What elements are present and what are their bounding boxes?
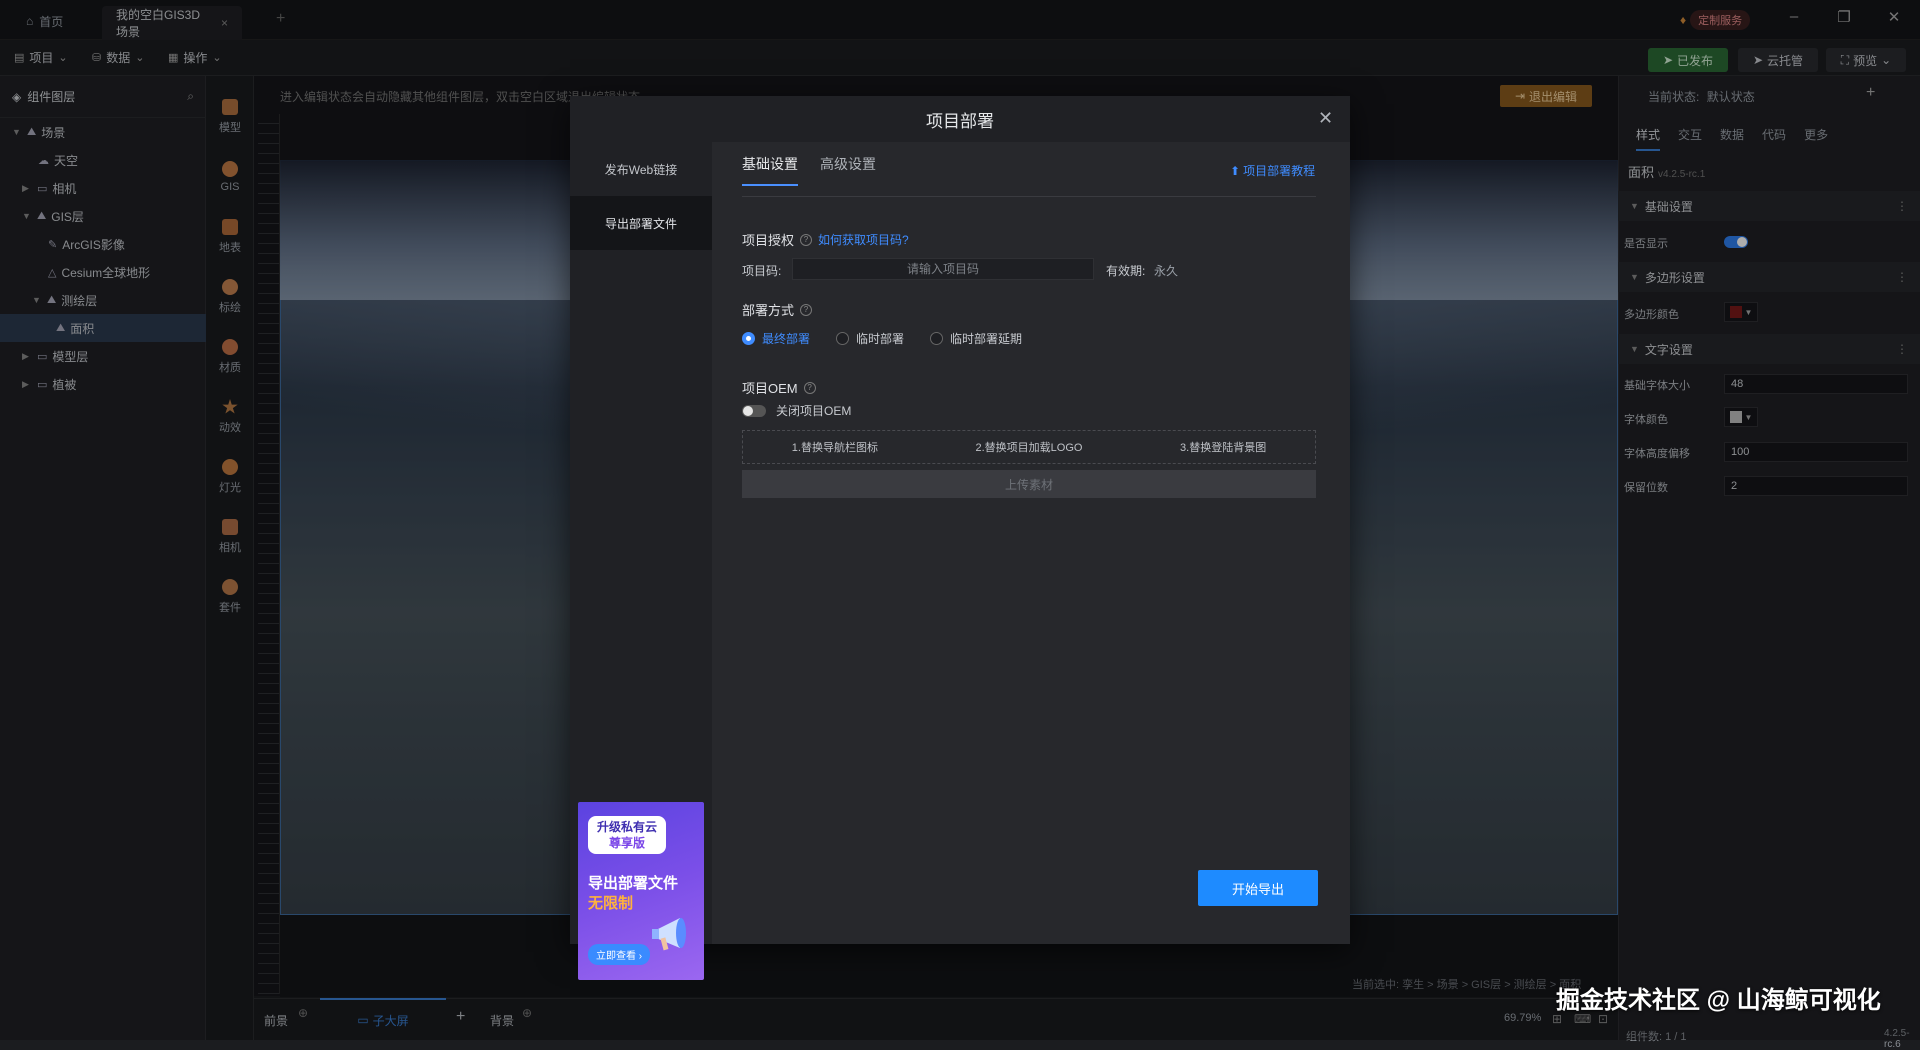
oem-step-1: 1.替换导航栏图标 [791,442,878,454]
how-get-code-link[interactable]: 如何获取项目码? [818,231,909,248]
upload-material-button[interactable]: 上传素材 [742,470,1316,498]
promo-badge: 升级私有云 尊享版 [588,816,666,854]
start-export-button[interactable]: 开始导出 [1198,870,1318,906]
promo-cta-label: 立即查看 [596,951,636,962]
watermark: 掘金技术社区 @ 山海鲸可视化 [1556,987,1881,1014]
help-icon[interactable]: ? [803,381,816,394]
deploy-tutorial-label: 项目部署教程 [1243,164,1316,178]
dialog-tabs: 基础设置 高级设置 [742,154,876,186]
promo-line2: 尊享版 [608,836,645,850]
side-publish-web-link[interactable]: 发布Web链接 [570,142,712,196]
promo-line4: 无限制 [588,895,634,912]
radio-label: 临时部署 [856,332,905,346]
side-export-deploy-file[interactable]: 导出部署文件 [570,196,712,250]
oem-toggle-label: 关闭项目OEM [776,404,852,418]
help-icon[interactable]: ? [800,303,813,316]
radio-indicator [742,332,755,345]
deploy-section: 部署方式 ? [742,300,813,319]
oem-toggle[interactable] [742,404,766,417]
pin-icon: ⬆ [1230,163,1241,178]
oem-steps-box: 1.替换导航栏图标 2.替换项目加载LOGO 3.替换登陆背景图 [742,430,1316,464]
radio-indicator [836,332,849,345]
deploy-tutorial-link[interactable]: ⬆ 项目部署教程 [1230,162,1315,179]
deploy-dialog: 项目部署 ✕ 发布Web链接 导出部署文件 升级私有云 尊享版 导出部署文件 无… [570,96,1350,980]
tabs-divider [742,196,1316,197]
promo-line1: 升级私有云 [596,820,657,834]
dialog-side-nav: 发布Web链接 导出部署文件 升级私有云 尊享版 导出部署文件 无限制 立即查看… [570,142,712,980]
tab-basic-settings[interactable]: 基础设置 [742,154,798,186]
radio-indicator [930,332,943,345]
close-icon[interactable]: ✕ [1318,108,1333,129]
oem-section: 项目OEM ? [742,378,816,397]
oem-step-2: 2.替换项目加载LOGO [975,442,1083,454]
oem-toggle-row: 关闭项目OEM [742,402,851,419]
tab-advanced-settings[interactable]: 高级设置 [820,154,876,186]
upgrade-promo-banner[interactable]: 升级私有云 尊享版 导出部署文件 无限制 立即查看 › [578,802,704,980]
promo-cta[interactable]: 立即查看 › [588,944,651,965]
oem-label: 项目OEM [742,381,798,396]
validity-label: 有效期: [1106,264,1146,278]
oem-step-3: 3.替换登陆背景图 [1180,442,1267,454]
validity-value: 永久 [1154,264,1179,278]
auth-label: 项目授权 [742,233,795,248]
radio-label: 临时部署延期 [950,332,1023,346]
dialog-title: 项目部署 [570,96,1350,142]
radio-final-deploy[interactable]: 最终部署 [742,330,810,347]
radio-temp-deploy[interactable]: 临时部署 [836,330,904,347]
code-label: 项目码: [742,264,782,278]
project-code-input[interactable]: 请输入项目码 [792,258,1094,280]
auth-section: 项目授权 ? 如何获取项目码? [742,230,909,249]
megaphone-icon [652,918,686,951]
radio-label: 最终部署 [762,332,811,346]
promo-line3: 导出部署文件 [588,875,679,892]
deploy-label: 部署方式 [742,303,795,318]
help-icon[interactable]: ? [800,233,813,246]
radio-temp-deploy-extend[interactable]: 临时部署延期 [930,330,1022,347]
